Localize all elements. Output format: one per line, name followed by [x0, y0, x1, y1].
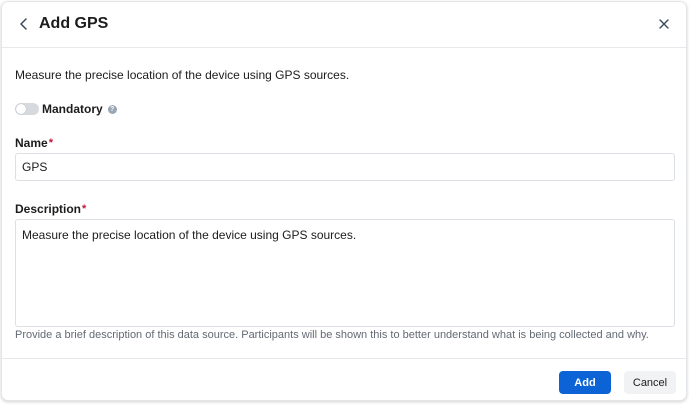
close-icon [659, 19, 669, 29]
dialog-title: Add GPS [39, 15, 109, 32]
mandatory-toggle[interactable] [15, 103, 39, 115]
chevron-left-icon [20, 18, 27, 30]
description-textarea[interactable]: Measure the precise location of the devi… [15, 219, 675, 327]
dialog-footer: Add Cancel [2, 358, 686, 400]
mandatory-label: Mandatory [42, 102, 103, 116]
description-helper-text: Provide a brief description of this data… [15, 329, 649, 341]
intro-text: Measure the precise location of the devi… [15, 68, 350, 82]
close-button[interactable] [656, 16, 672, 32]
name-label: Name* [15, 136, 53, 150]
add-button[interactable]: Add [559, 371, 611, 394]
toggle-knob [16, 104, 26, 114]
mandatory-row: Mandatory ? [15, 102, 117, 116]
description-label: Description* [15, 202, 86, 216]
required-mark: * [82, 203, 87, 215]
question-circle-icon[interactable]: ? [107, 104, 117, 114]
add-gps-dialog: Add GPS Measure the precise location of … [1, 1, 687, 401]
required-mark: * [48, 137, 53, 149]
back-button[interactable] [15, 15, 33, 33]
dialog-header: Add GPS [2, 2, 686, 48]
cancel-button[interactable]: Cancel [624, 371, 676, 394]
name-input[interactable] [15, 153, 675, 181]
name-label-text: Name [15, 136, 48, 150]
description-label-text: Description [15, 202, 82, 216]
